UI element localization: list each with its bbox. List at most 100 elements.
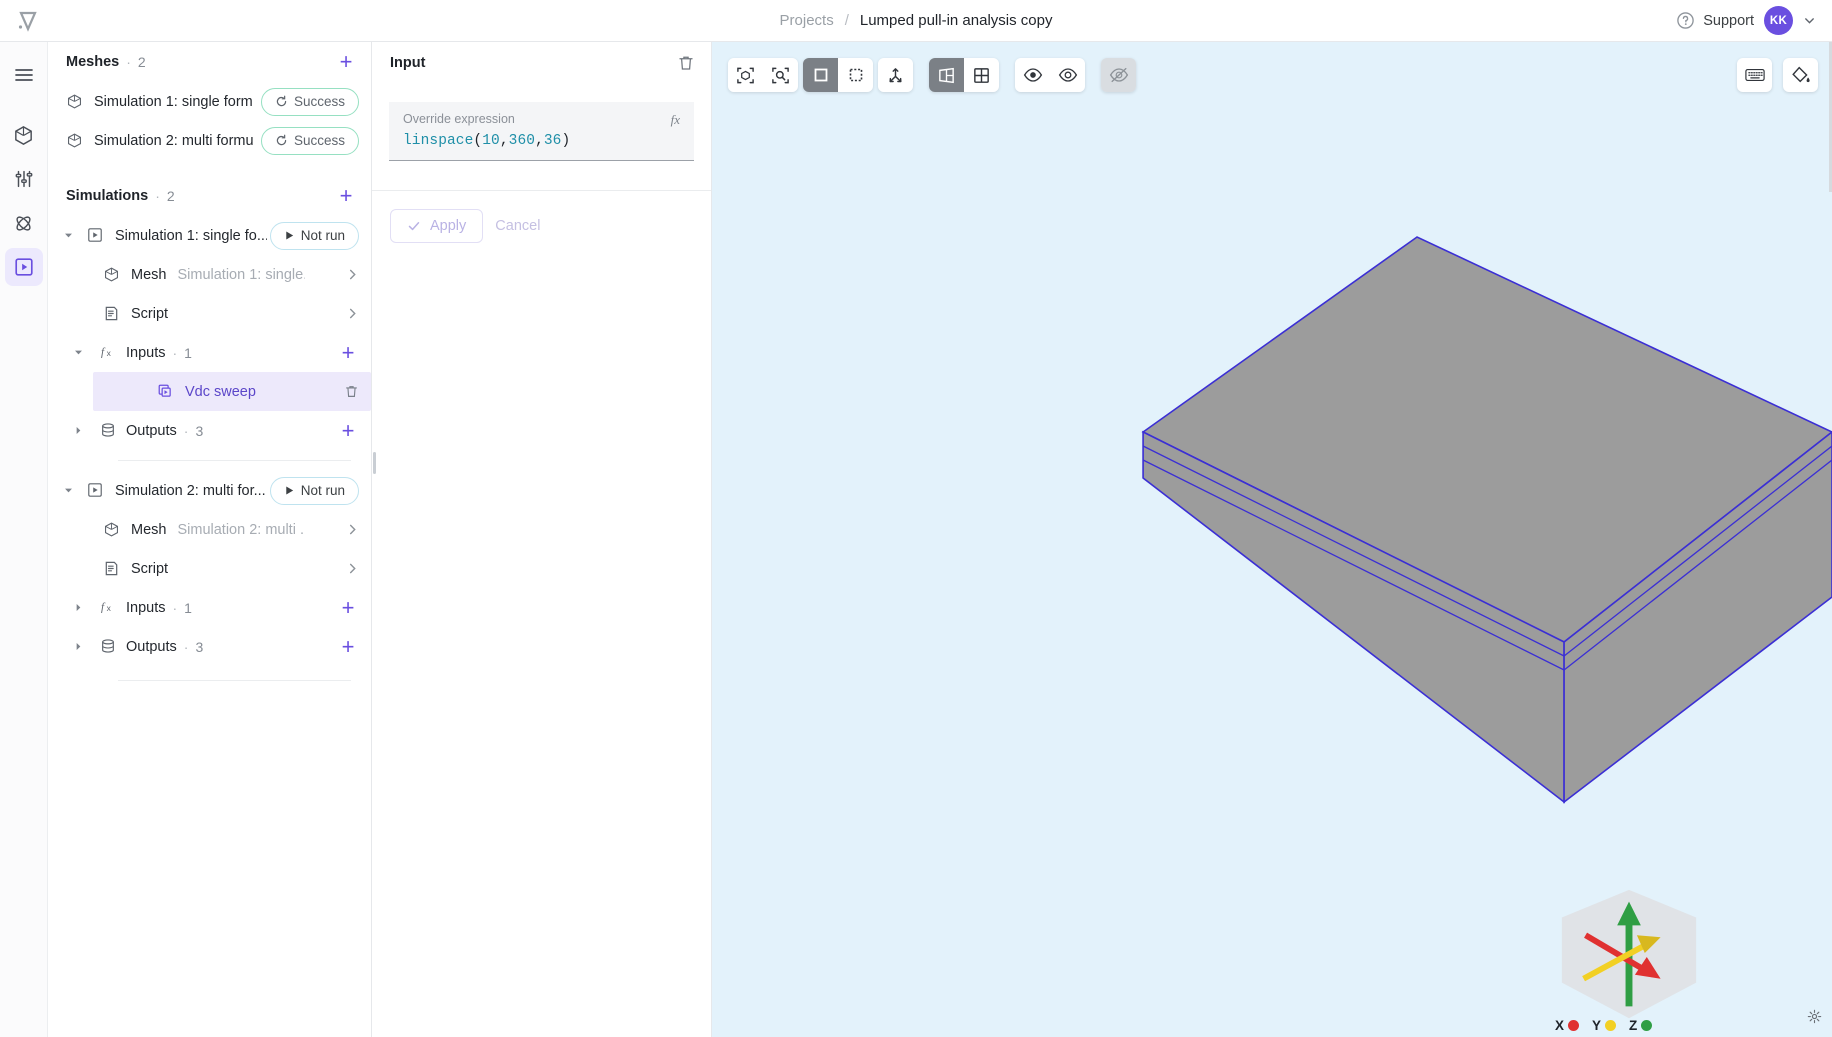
panel-resize-handle[interactable] (373, 452, 376, 474)
mesh-list-item[interactable]: Simulation 1: single form... Success (48, 82, 371, 121)
breadcrumb-projects-link[interactable]: Projects (780, 12, 834, 29)
support-label: Support (1703, 12, 1754, 29)
toolbar-group-visibility (1015, 58, 1085, 92)
zoom-to-selection-icon[interactable] (763, 58, 798, 92)
tree-divider (118, 680, 351, 681)
delete-input-button[interactable] (344, 384, 359, 399)
expr-token: 10 (482, 133, 500, 149)
outputs-icon (100, 422, 117, 439)
icon-rail (0, 42, 48, 1037)
input-item-vdc-sweep[interactable]: Vdc sweep (93, 372, 371, 411)
sidebar-item-physics[interactable] (5, 204, 43, 242)
chevron-down-icon[interactable] (60, 485, 76, 496)
simulation-outputs-row[interactable]: Outputs · 3 + (48, 411, 371, 450)
page-title[interactable]: Lumped pull-in analysis copy (860, 12, 1053, 29)
select-solid-icon[interactable] (803, 58, 838, 92)
viewport-settings-button[interactable] (1807, 1009, 1822, 1029)
meshes-count: 2 (137, 54, 146, 70)
status-badge[interactable]: Not run (269, 221, 359, 250)
simulation-inputs-row[interactable]: fx Inputs · 1 + (48, 333, 371, 372)
simulations-dot: · (155, 188, 160, 204)
split-view-icon[interactable] (929, 58, 964, 92)
simulations-count: 2 (166, 188, 175, 204)
paint-bucket-icon[interactable] (1783, 58, 1818, 92)
simulation-group-row[interactable]: Simulation 2: multi for... Not run (48, 471, 371, 510)
3d-viewport[interactable]: X Y Z (712, 42, 1832, 1037)
app-logo[interactable] (0, 8, 56, 34)
apply-button[interactable]: Apply (390, 209, 484, 243)
tree-divider (118, 460, 351, 461)
add-output-button[interactable]: + (337, 419, 359, 442)
outputs-dot: · (183, 422, 189, 439)
expr-token: 36 (543, 133, 562, 149)
support-button[interactable]: Support (1676, 11, 1754, 30)
add-simulation-button[interactable]: + (335, 185, 357, 207)
add-output-button[interactable]: + (337, 635, 359, 658)
geometry-icon (15, 125, 32, 145)
override-expression-field[interactable]: fx Override expression linspace(10,360,3… (389, 102, 694, 161)
chevron-right-icon[interactable] (346, 268, 359, 281)
mesh-list-item[interactable]: Simulation 2: multi formu... Success (48, 121, 371, 160)
expr-token: linspace (403, 133, 474, 149)
explode-icon[interactable] (878, 58, 913, 92)
visibility-off-icon[interactable] (1101, 58, 1136, 92)
cancel-button[interactable]: Cancel (495, 218, 540, 234)
delete-input-button[interactable] (677, 54, 695, 72)
trash-icon (679, 56, 693, 70)
chevron-right-icon[interactable] (346, 523, 359, 536)
simulation-outputs-row[interactable]: Outputs · 3 + (48, 627, 371, 666)
select-box-icon[interactable] (838, 58, 873, 92)
mesh-row-label: Mesh (131, 266, 167, 283)
override-expression-value[interactable]: linspace(10,360,36) (403, 133, 680, 149)
refresh-icon (276, 95, 287, 107)
outputs-dot: · (183, 638, 189, 655)
avatar[interactable]: KK (1764, 6, 1793, 35)
sidebar-item-simulations[interactable] (4, 248, 43, 286)
axis-legend-y: Y (1592, 1018, 1617, 1033)
grid-view-icon[interactable] (964, 58, 999, 92)
sidebar-item-parameters[interactable] (5, 160, 43, 198)
status-badge[interactable]: Not run (269, 476, 359, 505)
simulation-script-row[interactable]: Script (48, 294, 371, 333)
simulation-mesh-row[interactable]: Mesh Simulation 1: single... (48, 255, 371, 294)
chevron-right-icon[interactable] (70, 641, 86, 652)
status-label: Success (293, 133, 345, 148)
help-circle-icon (1677, 12, 1694, 29)
refresh-icon (276, 134, 287, 146)
mesh-label: Simulation 1: single form... (94, 93, 254, 110)
axis-orientation-gizmo[interactable] (1550, 879, 1708, 1029)
add-input-button[interactable]: + (337, 341, 359, 364)
apply-label: Apply (430, 218, 467, 234)
add-mesh-button[interactable]: + (335, 51, 357, 73)
mesh-label: Simulation 2: multi formu... (94, 132, 254, 149)
simulation-mesh-row[interactable]: Mesh Simulation 2: multi ... (48, 510, 371, 549)
hide-icon[interactable] (1050, 58, 1085, 92)
keyboard-shortcuts-icon[interactable] (1737, 58, 1772, 92)
breadcrumb: Projects / Lumped pull-in analysis copy (0, 0, 1832, 41)
fit-to-view-icon[interactable] (728, 58, 763, 92)
input-panel-actions: Apply Cancel (372, 191, 711, 243)
svg-text:f: f (101, 346, 106, 358)
status-label: Not run (300, 228, 345, 243)
simulation-script-row[interactable]: Script (48, 549, 371, 588)
chevron-down-icon[interactable] (70, 347, 86, 358)
chevron-right-icon[interactable] (346, 307, 359, 320)
menu-icon (14, 69, 33, 81)
chevron-right-icon[interactable] (70, 602, 86, 613)
expr-token: ) (561, 133, 571, 149)
input-panel-title: Input (390, 55, 426, 71)
sidebar-item-geometry[interactable] (5, 116, 43, 154)
mesh-row-value: Simulation 2: multi ... (177, 521, 306, 538)
simulation-inputs-row[interactable]: fx Inputs · 1 + (48, 588, 371, 627)
application-root: Projects / Lumped pull-in analysis copy … (0, 0, 1832, 1037)
play-icon (286, 231, 293, 240)
chevron-right-icon[interactable] (346, 562, 359, 575)
chevron-down-icon[interactable] (1803, 14, 1816, 27)
sidebar-item-menu[interactable] (5, 56, 43, 94)
add-input-button[interactable]: + (337, 596, 359, 619)
mesh-cube-icon (103, 266, 120, 283)
simulation-group-row[interactable]: Simulation 1: single fo... Not run (48, 216, 371, 255)
chevron-right-icon[interactable] (70, 425, 86, 436)
chevron-down-icon[interactable] (60, 230, 76, 241)
show-hidden-icon[interactable] (1015, 58, 1050, 92)
